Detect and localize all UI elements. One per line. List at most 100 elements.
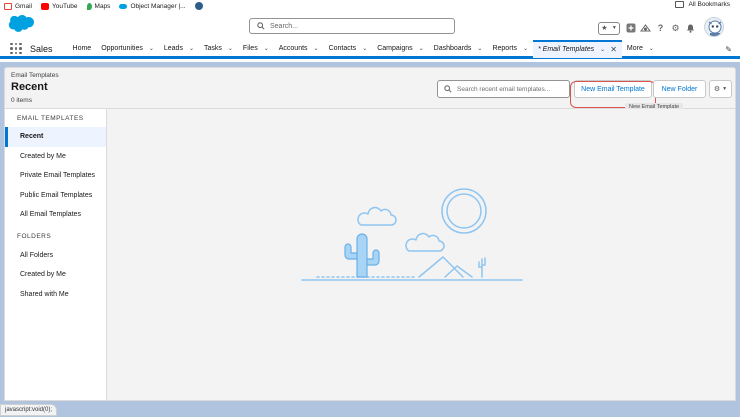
youtube-icon [40, 2, 49, 10]
bookmark-label: Object Manager |... [130, 2, 186, 10]
chevron-down-icon[interactable]: ⌄ [600, 46, 605, 53]
close-icon[interactable]: ✕ [610, 45, 617, 54]
global-header: Search... ★ ▼ ? ⚙ [0, 12, 740, 41]
gear-icon[interactable]: ⚙ [670, 23, 681, 34]
search-icon [257, 22, 265, 30]
chevron-down-icon: ▼ [611, 25, 617, 31]
status-bar-url: javascript:void(0); [0, 404, 58, 416]
nav-item-label: Files [242, 45, 258, 52]
empty-state-desert-illustration [301, 188, 523, 281]
list-search-input[interactable]: Search recent email templates... [437, 80, 570, 98]
active-tab-label: * Email Templates [538, 46, 595, 53]
app-nav-bar: Sales Home Opportunities ⌄ Leads ⌄ Tasks ⌄ … [0, 39, 740, 59]
trailhead-icon[interactable] [640, 23, 651, 34]
nav-item-label: Opportunities [101, 45, 143, 52]
bookmark-maps[interactable]: Maps [86, 2, 111, 10]
bookmarks-bar: Gmail YouTube Maps Object Manager |... A… [0, 0, 740, 12]
chevron-down-icon[interactable]: ⌄ [189, 45, 194, 52]
nav-item-leads[interactable]: Leads ⌄ [159, 40, 199, 58]
nav-item-home[interactable]: Home [68, 40, 97, 58]
gmail-icon [4, 2, 12, 10]
bookmark-label: YouTube [51, 2, 78, 10]
list-settings-button[interactable]: ⚙ ▼ [709, 80, 732, 98]
global-search-input[interactable]: Search... [249, 18, 455, 34]
app-launcher-icon[interactable] [10, 42, 22, 55]
nav-item-label: Home [72, 45, 92, 52]
nav-item-more[interactable]: More ⌄ [622, 40, 659, 58]
gear-icon: ⚙ [713, 86, 721, 93]
list-view-title: Recent [11, 81, 48, 93]
nav-item-dashboards[interactable]: Dashboards ⌄ [429, 40, 488, 58]
sidebar-item-private-templates[interactable]: Private Email Templates [5, 166, 106, 186]
edit-nav-pencil-icon[interactable]: ✎ [725, 45, 732, 54]
nav-item-label: Reports [492, 45, 517, 52]
sidebar-section-heading: FOLDERS [17, 233, 52, 240]
bookmark-label: Gmail [15, 2, 32, 10]
sidebar: EMAIL TEMPLATES Recent Created by Me Pri… [4, 109, 107, 401]
nav-item-label: Campaigns [377, 45, 413, 52]
sidebar-item-all-folders[interactable]: All Folders [5, 246, 106, 266]
bookmark-label: Maps [94, 2, 111, 10]
nav-item-files[interactable]: Files ⌄ [238, 40, 274, 58]
salesforce-logo[interactable] [6, 14, 36, 34]
nav-item-opportunities[interactable]: Opportunities ⌄ [96, 40, 159, 58]
list-view-header: Email Templates Recent 0 items Search re… [4, 67, 736, 111]
nav-item-campaigns[interactable]: Campaigns ⌄ [372, 40, 428, 58]
bookmark-gmail[interactable]: Gmail [4, 2, 32, 10]
sidebar-section-heading: EMAIL TEMPLATES [17, 114, 84, 122]
search-placeholder: Search... [270, 22, 299, 30]
item-count: 0 items [11, 97, 32, 104]
nav-item-tasks[interactable]: Tasks ⌄ [199, 40, 238, 58]
sidebar-item-folders-created-by-me[interactable]: Created by Me [5, 265, 106, 285]
all-bookmarks[interactable]: All Bookmarks [675, 1, 730, 8]
nav-item-label: Contacts [328, 45, 357, 52]
chevron-down-icon[interactable]: ⌄ [362, 45, 367, 52]
folder-icon [675, 1, 685, 8]
chevron-down-icon[interactable]: ⌄ [419, 45, 424, 52]
list-search-placeholder: Search recent email templates... [457, 85, 551, 93]
chevron-down-icon[interactable]: ⌄ [314, 45, 319, 52]
object-name: Email Templates [11, 72, 59, 79]
help-icon[interactable]: ? [655, 23, 666, 34]
nav-item-reports[interactable]: Reports ⌄ [487, 40, 533, 58]
nav-item-label: More [626, 45, 643, 52]
nav-item-label: Dashboards [433, 45, 472, 52]
favorites-button[interactable]: ★ ▼ [598, 21, 620, 35]
bookmark-object-manager[interactable]: Object Manager |... [119, 2, 186, 10]
sidebar-item-all-templates[interactable]: All Email Templates [5, 205, 106, 225]
salesforce-cloud-icon [119, 3, 128, 9]
page-body: Email Templates Recent 0 items Search re… [0, 62, 740, 417]
bookmark-youtube[interactable]: YouTube [40, 2, 78, 10]
chevron-down-icon[interactable]: ⌄ [228, 45, 233, 52]
list-content-area [107, 109, 736, 401]
extension-icon [194, 2, 203, 10]
all-bookmarks-label: All Bookmarks [688, 1, 730, 8]
nav-item-label: Leads [163, 45, 183, 52]
tab-email-templates[interactable]: * Email Templates ⌄ ✕ [533, 39, 622, 58]
chevron-down-icon[interactable]: ⌄ [149, 45, 154, 52]
star-icon: ★ [601, 25, 608, 32]
sidebar-item-shared-with-me[interactable]: Shared with Me [5, 285, 106, 305]
chevron-down-icon: ▼ [722, 86, 728, 92]
nav-item-label: Accounts [278, 45, 308, 52]
user-avatar[interactable] [704, 17, 724, 37]
nav-item-accounts[interactable]: Accounts ⌄ [274, 40, 324, 58]
chevron-down-icon[interactable]: ⌄ [264, 45, 269, 52]
sidebar-item-public-templates[interactable]: Public Email Templates [5, 186, 106, 206]
chevron-down-icon: ⌄ [648, 46, 654, 52]
app-name: Sales [30, 43, 53, 54]
nav-item-label: Tasks [203, 45, 222, 52]
new-folder-button[interactable]: New Folder [653, 80, 706, 98]
search-icon [444, 85, 452, 93]
chevron-down-icon[interactable]: ⌄ [477, 45, 482, 52]
sidebar-item-recent[interactable]: Recent [5, 127, 106, 147]
maps-pin-icon [86, 2, 92, 10]
nav-item-contacts[interactable]: Contacts ⌄ [324, 40, 373, 58]
sidebar-item-created-by-me[interactable]: Created by Me [5, 147, 106, 167]
bell-icon[interactable] [685, 23, 696, 34]
button-label: New Folder [661, 85, 698, 93]
header-icons: ★ ▼ ? ⚙ [598, 17, 724, 38]
bookmark-extension[interactable] [194, 2, 206, 10]
chevron-down-icon[interactable]: ⌄ [523, 45, 528, 52]
global-actions-icon[interactable] [625, 23, 636, 34]
